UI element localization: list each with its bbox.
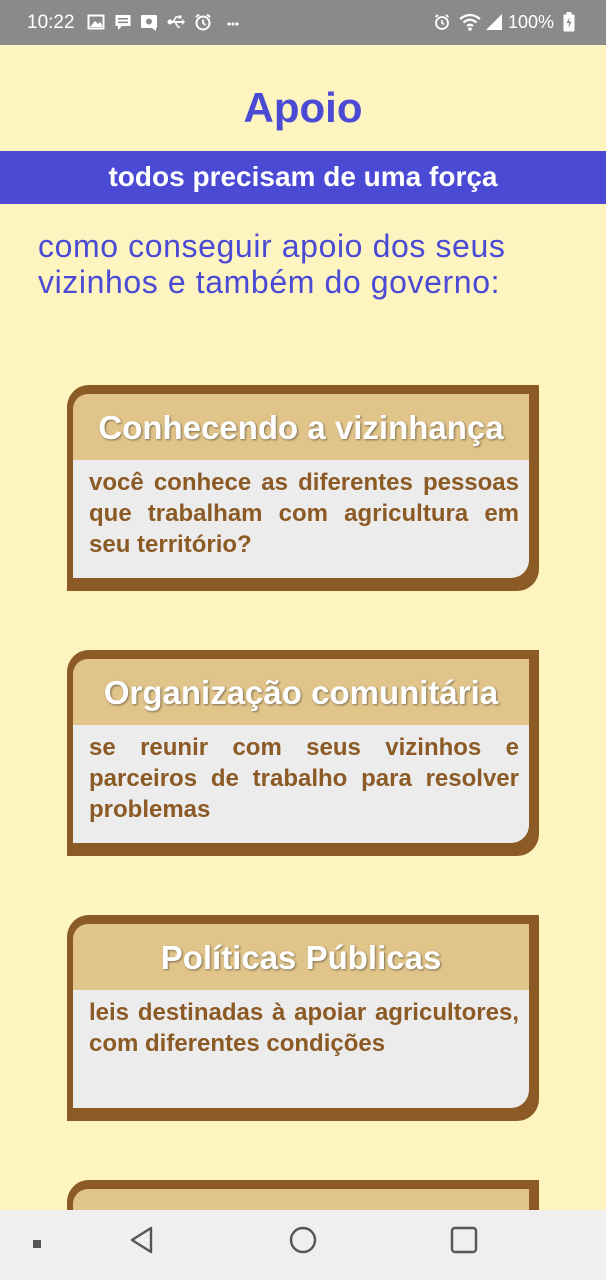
status-bar: 10:22 100% [0, 0, 606, 45]
message-icon [115, 15, 131, 30]
card-title: Organização comunitária [73, 659, 529, 725]
home-icon[interactable] [288, 1225, 318, 1255]
alarm-clock-icon [195, 13, 211, 31]
gallery-icon [87, 14, 105, 30]
recents-icon[interactable] [449, 1225, 479, 1255]
page-title: Apoio [243, 84, 363, 131]
usb-icon [167, 15, 185, 28]
card-politicas-publicas[interactable]: Políticas Públicas leis destinadas à apo… [67, 915, 539, 1121]
card-title: Conhecendo a vizinhança [73, 394, 529, 460]
card-conhecendo-a-vizinhanca[interactable]: Conhecendo a vizinhança você conhece as … [67, 385, 539, 591]
card-body: se reunir com seus vizinhos e parceiros … [73, 725, 529, 843]
menu-icon[interactable] [32, 1239, 42, 1249]
sim-icon [141, 15, 157, 31]
page-subtitle: todos precisam de uma força [0, 151, 606, 204]
battery-percent: 100% [508, 12, 555, 32]
card-title: Políticas Públicas [73, 924, 529, 990]
alarm-icon [434, 14, 450, 30]
card-body: você conhece as diferentes pessoas que t… [73, 460, 529, 578]
signal-icon [486, 14, 502, 30]
back-icon[interactable] [128, 1225, 156, 1255]
wifi-icon [459, 13, 481, 31]
card-organizacao-comunitaria[interactable]: Organização comunitária se reunir com se… [67, 650, 539, 856]
more-icon [227, 22, 239, 26]
card-body: leis destinadas à apoiar agricultores, c… [73, 990, 529, 1108]
status-time: 10:22 [27, 12, 75, 33]
battery-icon [563, 12, 575, 32]
intro-text: como conseguir apoio dos seus vizinhos e… [38, 228, 506, 300]
navigation-bar [0, 1210, 606, 1280]
